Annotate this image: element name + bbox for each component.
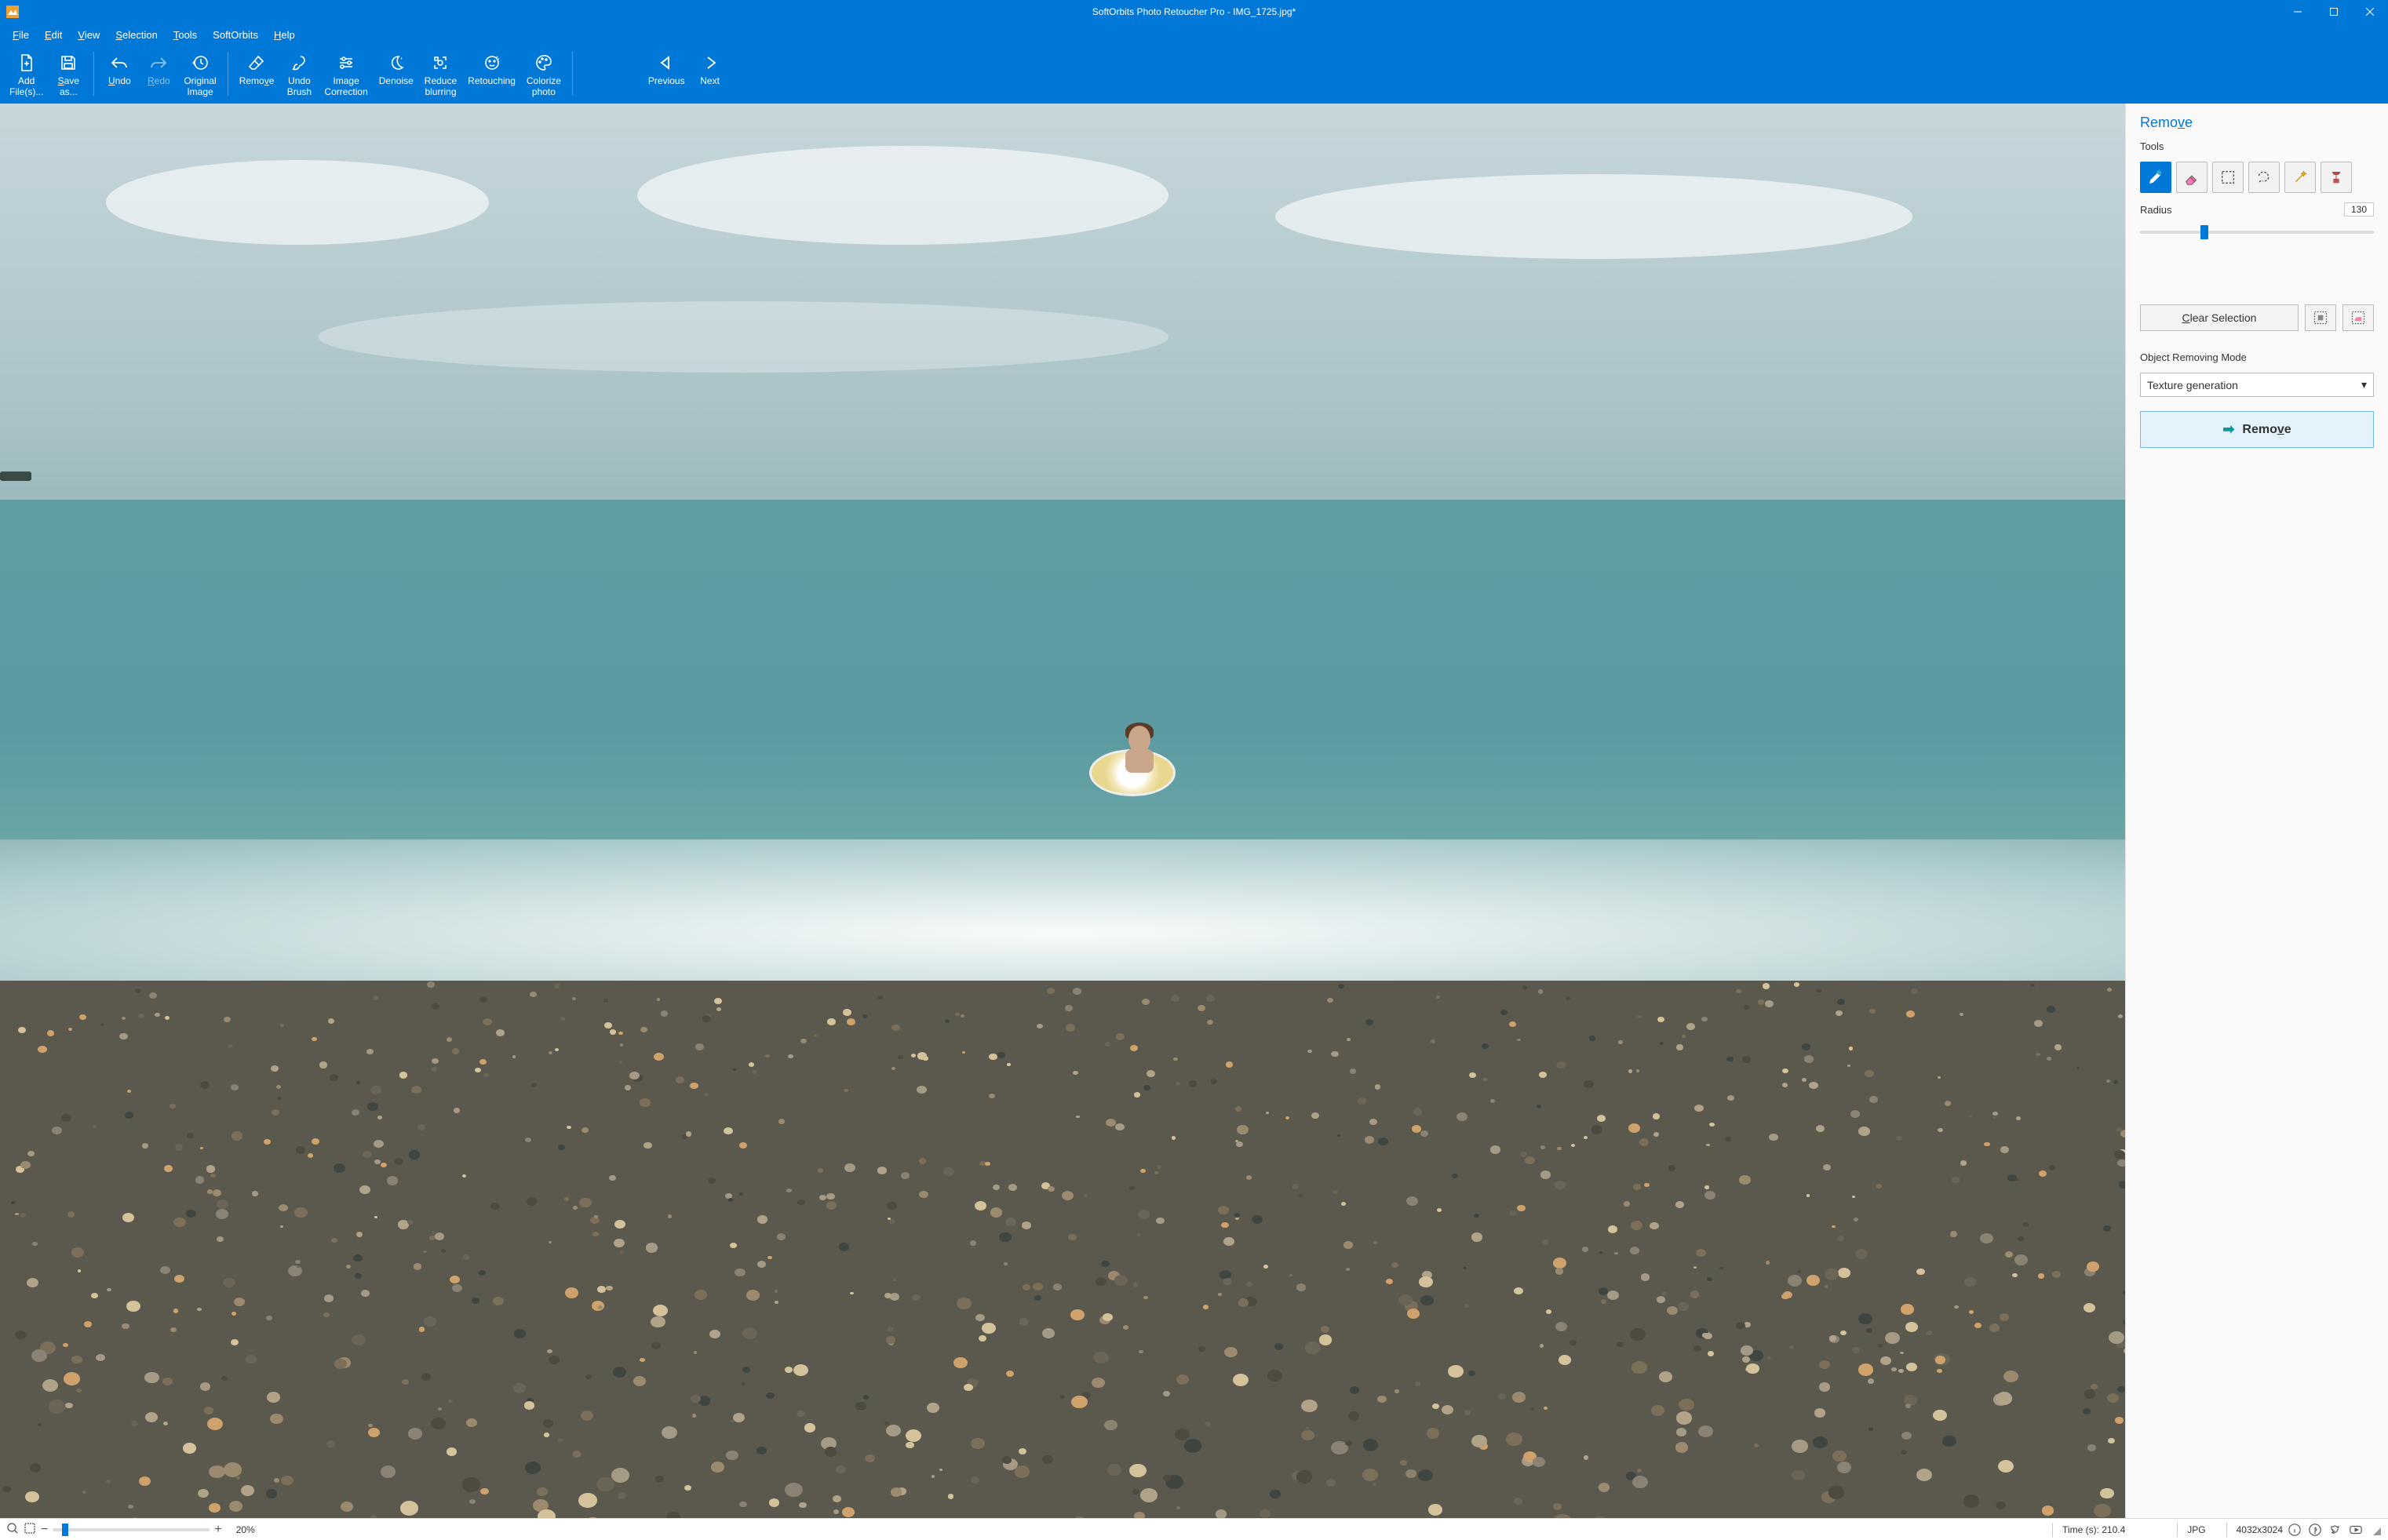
maximize-button[interactable] [2316,0,2352,24]
mode-label: Object Removing Mode [2140,351,2374,363]
radius-value[interactable]: 130 [2344,202,2374,217]
next-button[interactable]: Next [691,49,729,88]
file-add-icon [17,52,36,74]
reduce-blurring-button[interactable]: Reduce blurring [420,49,461,99]
save-as-button[interactable]: Saveas... [49,49,87,99]
eraser-icon [247,52,266,74]
image-correction-button[interactable]: Image Correction [319,49,372,99]
zoom-in-button[interactable]: + [214,1523,221,1537]
time-label: Time (s): 210.4 [2062,1524,2125,1535]
lasso-tool[interactable] [2248,162,2280,193]
menubar: File Edit View Selection Tools SoftOrbit… [0,24,2388,46]
chevron-down-icon: ▾ [2361,378,2367,391]
tool-label: Image Correction [324,75,367,97]
image-canvas[interactable] [0,104,2125,1518]
sliders-icon [337,52,355,74]
menu-edit[interactable]: Edit [37,27,70,43]
radius-slider[interactable] [2140,231,2374,234]
colorize-photo-button[interactable]: Colorize photo [522,49,566,99]
mode-dropdown[interactable]: Texture generation ▾ [2140,373,2374,397]
clone-stamp-tool[interactable] [2321,162,2352,193]
close-button[interactable] [2352,0,2388,24]
sharpen-icon [431,52,450,74]
toolbar: Add File(s)... Saveas... Undo Redo Origi… [0,46,2388,104]
menu-view[interactable]: View [70,27,108,43]
zoom-slider[interactable] [53,1528,210,1531]
radius-label: Radius [2140,204,2171,216]
eraser-tool[interactable] [2176,162,2208,193]
add-files-button[interactable]: Add File(s)... [5,49,48,99]
load-selection-button[interactable] [2342,304,2374,331]
titlebar: SoftOrbits Photo Retoucher Pro - IMG_172… [0,0,2388,24]
tool-label: Previous [648,75,685,86]
fit-screen-icon[interactable] [24,1522,36,1537]
face-sparkle-icon [483,52,501,74]
tool-label: Original Image [184,75,216,97]
remove-tool-button[interactable]: Remove [235,49,279,99]
tools-label: Tools [2140,140,2374,152]
format-label: JPG [2187,1524,2205,1535]
save-selection-button[interactable] [2305,304,2336,331]
retouching-button[interactable]: Retouching [463,49,520,99]
remove-button-label: Remove [2242,423,2291,437]
selection-tools [2140,162,2374,193]
resize-grip[interactable] [2369,1524,2382,1536]
zoom-out-button[interactable]: − [41,1523,48,1537]
zoom-percent: 20% [236,1524,255,1535]
youtube-icon[interactable] [2349,1523,2363,1537]
app-icon [6,5,19,18]
menu-selection[interactable]: Selection [108,27,165,43]
marker-tool[interactable] [2140,162,2171,193]
tool-label: Retouching [468,75,516,86]
info-icon[interactable] [2288,1523,2302,1537]
edited-photo [0,104,2125,1518]
arrow-right-icon: ➡ [2222,421,2234,438]
undo-icon [109,52,129,74]
rect-select-tool[interactable] [2212,162,2244,193]
mode-value: Texture generation [2147,379,2238,391]
redo-button: Redo [140,49,177,99]
save-icon [59,52,78,74]
tool-label: Next [700,75,720,86]
palette-icon [534,52,553,74]
tool-label: Remove [239,75,275,86]
undo-brush-button[interactable]: Undo Brush [280,49,318,99]
tool-label: Undo Brush [287,75,312,97]
remove-button[interactable]: ➡ Remove [2140,411,2374,448]
statusbar: − + 20% Time (s): 210.4 JPG 4032x3024 [0,1518,2388,1540]
tool-label: Saveas... [58,75,79,97]
zoom-reset-icon[interactable] [6,1522,19,1537]
moon-sparkle-icon [387,52,406,74]
menu-file[interactable]: File [5,27,37,43]
side-panel: Remove Tools Radius 130 Clear Selection [2125,104,2388,1518]
window-title: SoftOrbits Photo Retoucher Pro - IMG_172… [1092,6,1296,17]
dimensions-label: 4032x3024 [2237,1524,2283,1535]
history-icon [191,52,210,74]
panel-title: Remove [2140,115,2374,131]
brush-icon [290,52,308,74]
denoise-button[interactable]: Denoise [374,49,418,99]
arrow-right-icon [700,52,720,74]
tool-label: Colorize photo [527,75,561,97]
tool-label: Redo [148,75,170,86]
undo-button[interactable]: Undo [100,49,138,99]
tool-label: Denoise [379,75,414,86]
redo-icon [148,52,169,74]
previous-button[interactable]: Previous [643,49,690,88]
clear-selection-button[interactable]: Clear Selection [2140,304,2299,331]
tool-label: Add File(s)... [9,75,43,97]
magic-wand-tool[interactable] [2284,162,2316,193]
menu-softorbits[interactable]: SoftOrbits [205,27,266,43]
menu-help[interactable]: Help [266,27,303,43]
facebook-icon[interactable] [2308,1523,2322,1537]
twitter-icon[interactable] [2328,1523,2342,1537]
tool-label: Reduce blurring [425,75,457,97]
menu-tools[interactable]: Tools [166,27,205,43]
arrow-left-icon [656,52,676,74]
original-image-button[interactable]: Original Image [179,49,221,99]
tool-label: Undo [108,75,131,86]
minimize-button[interactable] [2280,0,2316,24]
